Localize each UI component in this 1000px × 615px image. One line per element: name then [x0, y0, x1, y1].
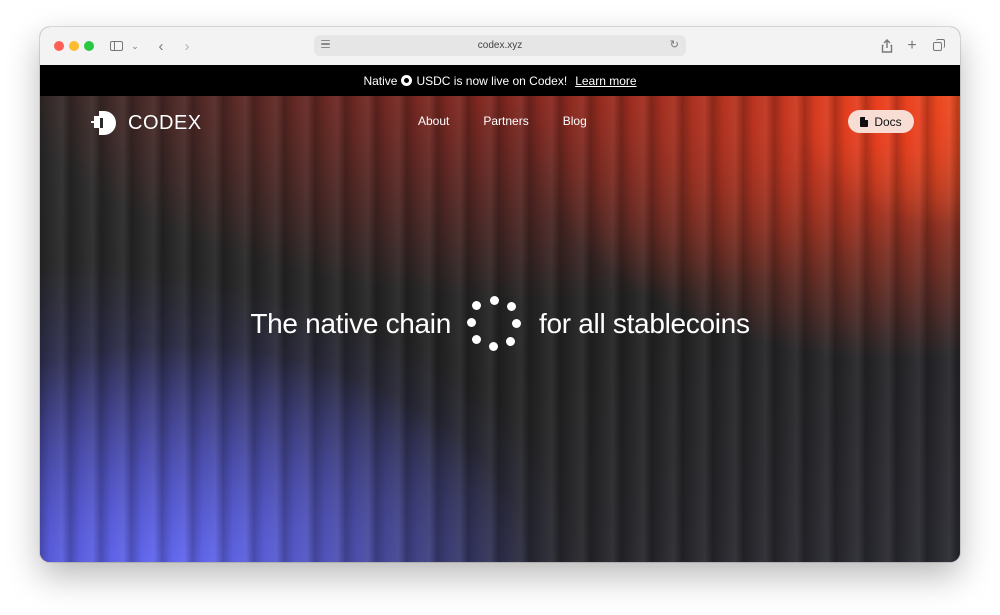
- forward-icon[interactable]: ›: [180, 37, 194, 55]
- headline-right: for all stablecoins: [539, 308, 750, 339]
- hero-headline: The native chain for all stablecoins: [40, 296, 960, 352]
- plus-icon[interactable]: +: [905, 37, 919, 55]
- document-icon: [860, 116, 869, 127]
- chevron-down-icon[interactable]: ⌄: [130, 37, 140, 55]
- announcement-bar: Native USDC is now live on Codex! Learn …: [40, 65, 960, 96]
- browser-toolbar: ⌄ ‹ › codex.xyz ↻ +: [40, 27, 960, 66]
- page-menu-icon[interactable]: [321, 40, 330, 50]
- dotted-circle-icon: [467, 296, 523, 352]
- codex-logo-icon: [91, 111, 116, 135]
- site-nav: CODEX About Partners Blog Docs: [40, 96, 960, 148]
- announcement-prefix: Native: [363, 73, 398, 88]
- nav-links: About Partners Blog: [418, 114, 587, 128]
- headline-left: The native chain: [250, 308, 452, 339]
- close-window-button[interactable]: [54, 41, 64, 51]
- address-bar[interactable]: codex.xyz ↻: [314, 35, 686, 56]
- nav-link-about[interactable]: About: [418, 114, 449, 128]
- reload-icon[interactable]: ↻: [670, 38, 679, 51]
- tabs-icon[interactable]: [930, 37, 945, 55]
- nav-link-blog[interactable]: Blog: [563, 114, 587, 128]
- minimize-window-button[interactable]: [69, 41, 79, 51]
- browser-window: ⌄ ‹ › codex.xyz ↻ + Native USDC is now l…: [40, 27, 960, 562]
- zoom-window-button[interactable]: [84, 41, 94, 51]
- back-icon[interactable]: ‹: [154, 37, 168, 55]
- docs-label: Docs: [874, 114, 902, 129]
- usdc-coin-icon: [401, 75, 413, 86]
- brand-logo[interactable]: CODEX: [90, 110, 202, 136]
- announcement-text: USDC is now live on Codex!: [416, 73, 568, 88]
- brand-name: CODEX: [128, 111, 202, 134]
- sidebar-icon[interactable]: [108, 37, 124, 55]
- url-text: codex.xyz: [477, 40, 523, 51]
- hero-section: CODEX About Partners Blog Docs The nativ…: [40, 96, 960, 562]
- share-icon[interactable]: [880, 37, 894, 55]
- nav-link-partners[interactable]: Partners: [483, 114, 528, 128]
- learn-more-link[interactable]: Learn more: [575, 74, 636, 88]
- docs-button[interactable]: Docs: [848, 110, 914, 133]
